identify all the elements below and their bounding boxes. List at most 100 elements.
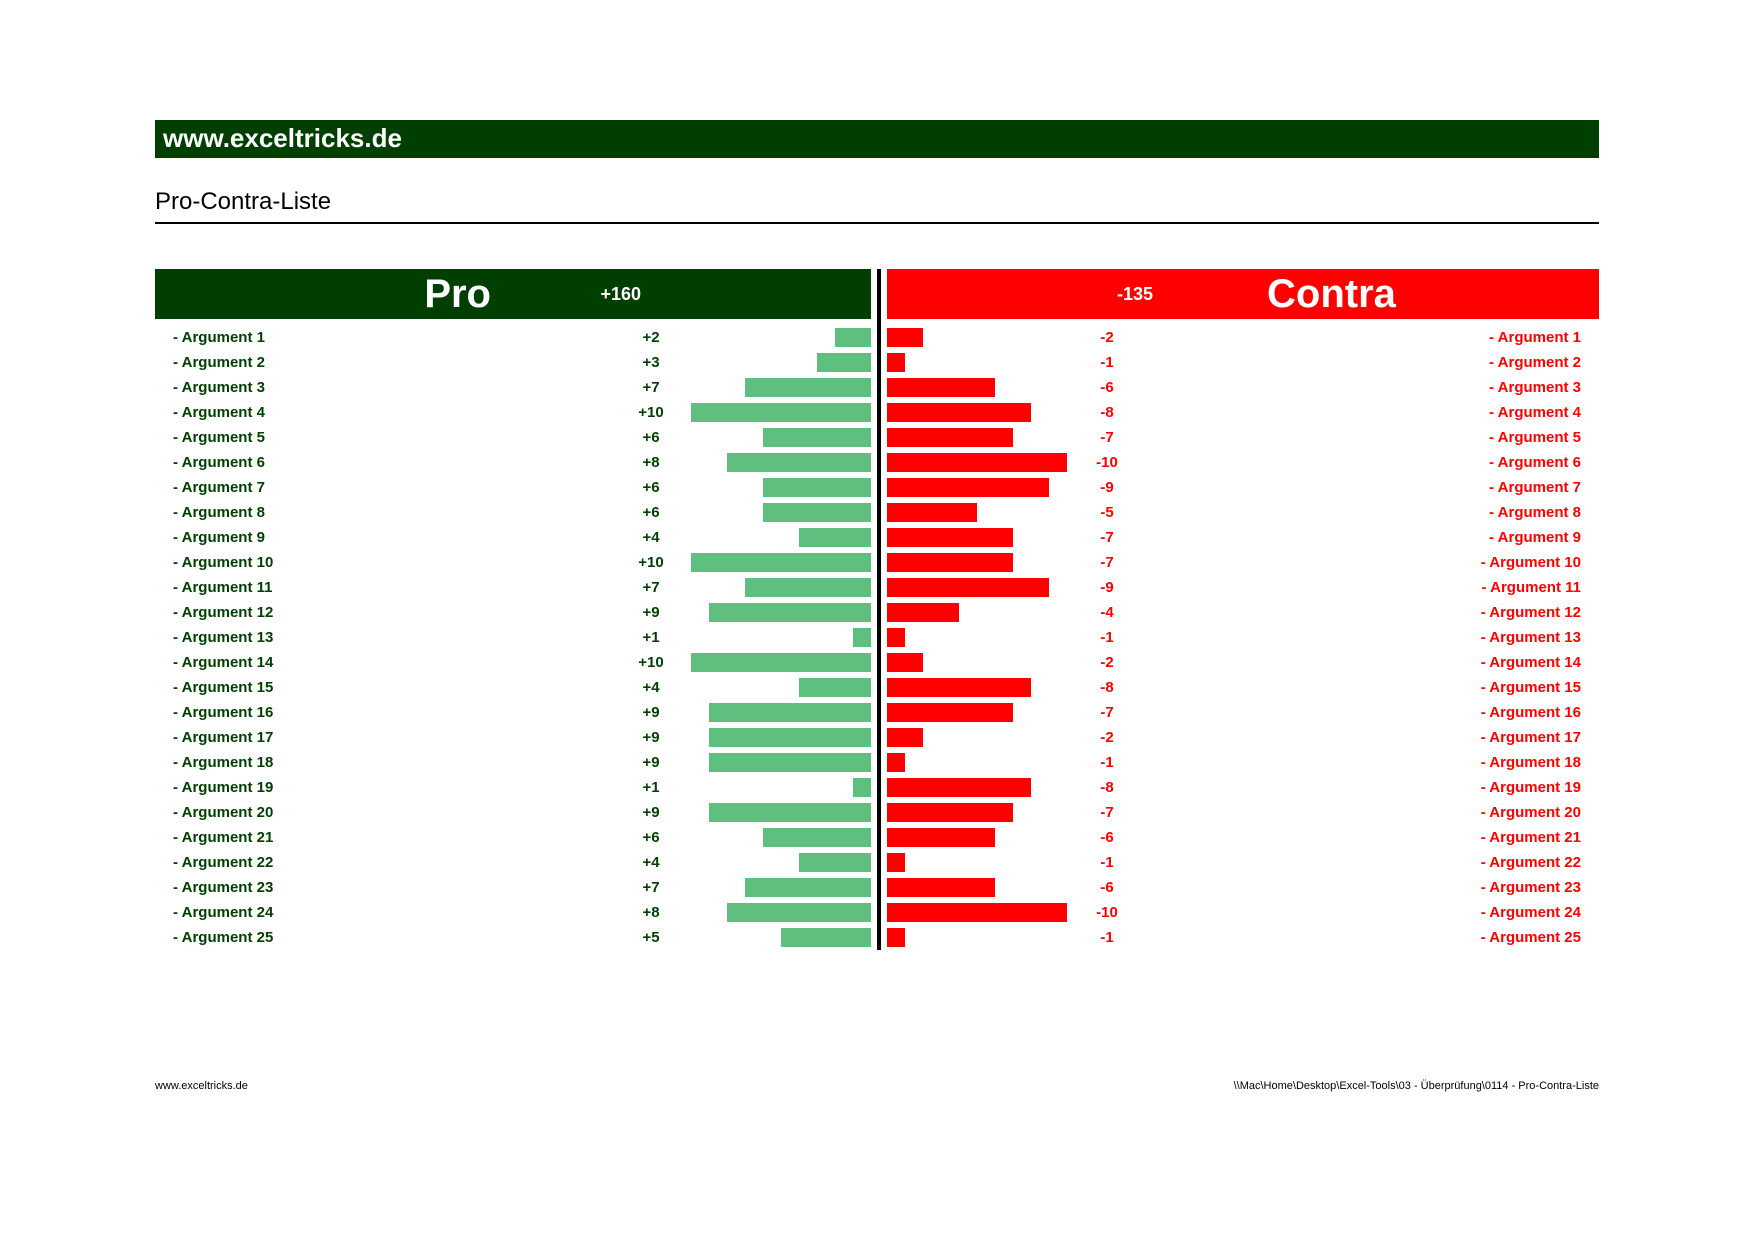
contra-bar <box>887 403 1031 422</box>
pro-row: - Argument 2+3 <box>155 350 871 375</box>
contra-bar-zone <box>887 703 1067 722</box>
pro-value-label: +8 <box>621 454 681 471</box>
contra-argument-label: - Argument 2 <box>1489 354 1581 371</box>
contra-bar <box>887 603 959 622</box>
contra-value-label: -4 <box>1077 604 1137 621</box>
pro-row: - Argument 10+10 <box>155 550 871 575</box>
contra-argument-label: - Argument 22 <box>1481 854 1581 871</box>
pro-bar-zone <box>691 653 871 672</box>
pro-value-label: +7 <box>621 579 681 596</box>
pro-bar <box>781 928 871 947</box>
contra-argument-label: - Argument 11 <box>1482 579 1581 596</box>
contra-bar-zone <box>887 828 1067 847</box>
pro-row: - Argument 8+6 <box>155 500 871 525</box>
contra-value-label: -6 <box>1077 379 1137 396</box>
contra-bar <box>887 503 977 522</box>
pro-argument-label: - Argument 23 <box>173 879 273 896</box>
contra-bar-zone <box>887 553 1067 572</box>
contra-row: -2- Argument 14 <box>887 650 1599 675</box>
contra-bar-zone <box>887 653 1067 672</box>
pro-bar-zone <box>691 553 871 572</box>
contra-bar <box>887 378 995 397</box>
pro-bar <box>691 553 871 572</box>
contra-row: -6- Argument 21 <box>887 825 1599 850</box>
pro-value-label: +4 <box>621 854 681 871</box>
pro-argument-label: - Argument 7 <box>173 479 265 496</box>
pro-argument-label: - Argument 8 <box>173 504 265 521</box>
contra-argument-label: - Argument 4 <box>1489 404 1581 421</box>
contra-bar-zone <box>887 628 1067 647</box>
contra-argument-label: - Argument 8 <box>1489 504 1581 521</box>
pro-row: - Argument 3+7 <box>155 375 871 400</box>
pro-value-label: +9 <box>621 754 681 771</box>
pro-bar <box>745 578 871 597</box>
pro-bar <box>835 328 871 347</box>
pro-bar-zone <box>691 578 871 597</box>
contra-bar-zone <box>887 503 1067 522</box>
contra-argument-label: - Argument 24 <box>1481 904 1581 921</box>
contra-row: -7- Argument 20 <box>887 800 1599 825</box>
pro-bar <box>709 728 871 747</box>
pro-bar-zone <box>691 753 871 772</box>
contra-argument-label: - Argument 20 <box>1481 804 1581 821</box>
contra-row: -9- Argument 7 <box>887 475 1599 500</box>
pro-bar-zone <box>691 403 871 422</box>
pro-bar <box>763 428 871 447</box>
contra-row: -2- Argument 1 <box>887 325 1599 350</box>
contra-bar <box>887 678 1031 697</box>
pro-value-label: +9 <box>621 729 681 746</box>
contra-argument-label: - Argument 16 <box>1481 704 1581 721</box>
pro-argument-label: - Argument 17 <box>173 729 273 746</box>
pro-row: - Argument 4+10 <box>155 400 871 425</box>
pro-value-label: +9 <box>621 604 681 621</box>
contra-argument-label: - Argument 3 <box>1489 379 1581 396</box>
pro-bar <box>745 378 871 397</box>
pro-bar <box>853 628 871 647</box>
contra-bar-zone <box>887 378 1067 397</box>
contra-argument-label: - Argument 6 <box>1489 454 1581 471</box>
pro-bar-zone <box>691 928 871 947</box>
pro-argument-label: - Argument 11 <box>173 579 272 596</box>
contra-bar-zone <box>887 403 1067 422</box>
pro-bar <box>691 653 871 672</box>
pro-argument-label: - Argument 6 <box>173 454 265 471</box>
pro-row: - Argument 9+4 <box>155 525 871 550</box>
pro-argument-label: - Argument 16 <box>173 704 273 721</box>
contra-bar-zone <box>887 478 1067 497</box>
pro-value-label: +1 <box>621 779 681 796</box>
contra-value-label: -8 <box>1077 679 1137 696</box>
contra-bar-zone <box>887 753 1067 772</box>
contra-bar <box>887 478 1049 497</box>
pro-sum: +160 <box>600 284 641 305</box>
pro-argument-label: - Argument 1 <box>173 329 265 346</box>
contra-row: -1- Argument 25 <box>887 925 1599 950</box>
pro-bar <box>763 503 871 522</box>
pro-bar-zone <box>691 728 871 747</box>
pro-bar-zone <box>691 478 871 497</box>
pro-value-label: +9 <box>621 804 681 821</box>
contra-row: -1- Argument 13 <box>887 625 1599 650</box>
contra-value-label: -8 <box>1077 779 1137 796</box>
contra-bar-zone <box>887 853 1067 872</box>
pro-value-label: +6 <box>621 479 681 496</box>
contra-argument-label: - Argument 10 <box>1481 554 1581 571</box>
pro-argument-label: - Argument 2 <box>173 354 265 371</box>
contra-bar <box>887 778 1031 797</box>
contra-value-label: -1 <box>1077 854 1137 871</box>
pro-value-label: +1 <box>621 629 681 646</box>
contra-value-label: -2 <box>1077 654 1137 671</box>
pro-bar <box>709 603 871 622</box>
pro-argument-label: - Argument 9 <box>173 529 265 546</box>
contra-bar-zone <box>887 803 1067 822</box>
pro-row: - Argument 13+1 <box>155 625 871 650</box>
contra-value-label: -7 <box>1077 554 1137 571</box>
contra-bar <box>887 703 1013 722</box>
contra-bar-zone <box>887 728 1067 747</box>
contra-bar-zone <box>887 928 1067 947</box>
pro-value-label: +6 <box>621 429 681 446</box>
pro-value-label: +10 <box>621 654 681 671</box>
pro-bar-zone <box>691 503 871 522</box>
pro-row: - Argument 1+2 <box>155 325 871 350</box>
pro-row: - Argument 7 +6 <box>155 475 871 500</box>
contra-argument-label: - Argument 19 <box>1481 779 1581 796</box>
